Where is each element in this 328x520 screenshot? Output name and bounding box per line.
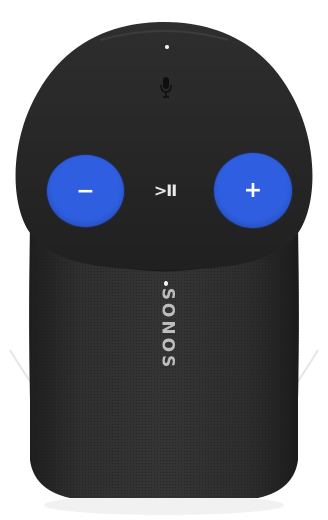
brand-text: SONOS	[157, 287, 177, 371]
volume-down-button[interactable]: −	[47, 155, 124, 227]
plus-icon: +	[243, 178, 263, 203]
minus-icon: −	[76, 178, 95, 204]
volume-up-button[interactable]: +	[214, 153, 292, 228]
front-light	[164, 281, 168, 286]
microphone-icon[interactable]	[159, 76, 173, 100]
status-light	[165, 45, 169, 49]
play-pause-icon: >II	[153, 180, 177, 200]
brand-logo: SONOS	[147, 288, 187, 371]
speaker-product-view: − >II + SONOS	[0, 0, 328, 520]
play-pause-button[interactable]: >II	[150, 179, 180, 201]
